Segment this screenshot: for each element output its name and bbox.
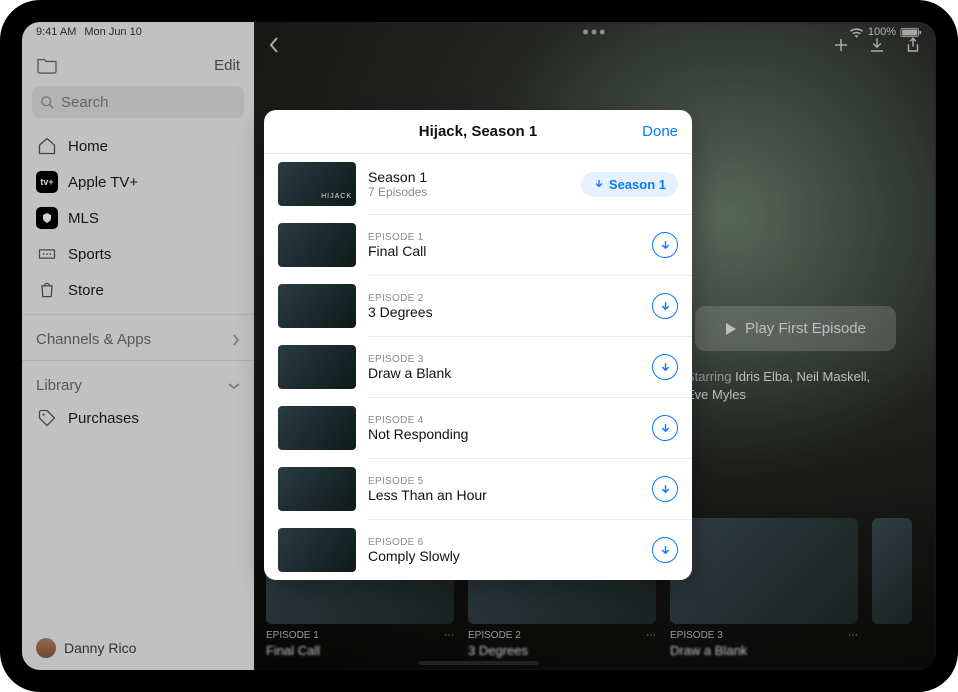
episode-label: EPISODE 6 [368, 537, 640, 548]
episode-thumb [278, 345, 356, 389]
episode-title: Final Call [368, 243, 640, 259]
episode-title: 3 Degrees [368, 304, 640, 320]
episode-title: Comply Slowly [368, 548, 640, 564]
download-episode-button[interactable] [652, 354, 678, 380]
season-sub: 7 Episodes [368, 185, 569, 199]
episode-title: Less Than an Hour [368, 487, 640, 503]
download-episode-button[interactable] [652, 537, 678, 563]
episode-label: EPISODE 1 [368, 232, 640, 243]
episode-row[interactable]: EPISODE 3Draw a Blank [264, 337, 692, 397]
download-icon [593, 178, 605, 190]
episode-row[interactable]: EPISODE 23 Degrees [264, 276, 692, 336]
episode-row[interactable]: EPISODE 4Not Responding [264, 398, 692, 458]
download-episode-button[interactable] [652, 476, 678, 502]
download-episode-button[interactable] [652, 293, 678, 319]
popover-title: Hijack, Season 1 [419, 123, 537, 140]
home-indicator[interactable] [419, 661, 539, 665]
episode-label: EPISODE 5 [368, 476, 640, 487]
season-row: Season 1 7 Episodes Season 1 [264, 154, 692, 214]
episode-row[interactable]: EPISODE 1Final Call [264, 215, 692, 275]
episode-thumb [278, 467, 356, 511]
episode-thumb [278, 223, 356, 267]
episode-thumb [278, 284, 356, 328]
episode-title: Draw a Blank [368, 365, 640, 381]
download-season-button[interactable]: Season 1 [581, 172, 678, 197]
episode-thumb [278, 528, 356, 572]
done-button[interactable]: Done [642, 123, 678, 140]
episode-row[interactable]: EPISODE 5Less Than an Hour [264, 459, 692, 519]
episode-label: EPISODE 4 [368, 415, 640, 426]
episode-thumb [278, 406, 356, 450]
episode-title: Not Responding [368, 426, 640, 442]
episode-row[interactable]: EPISODE 6Comply Slowly [264, 520, 692, 580]
download-episode-button[interactable] [652, 415, 678, 441]
season-thumb [278, 162, 356, 206]
download-popover: Hijack, Season 1 Done Season 1 7 Episode… [264, 110, 692, 580]
episode-label: EPISODE 2 [368, 293, 640, 304]
download-episode-button[interactable] [652, 232, 678, 258]
season-title: Season 1 [368, 169, 569, 185]
episode-label: EPISODE 3 [368, 354, 640, 365]
